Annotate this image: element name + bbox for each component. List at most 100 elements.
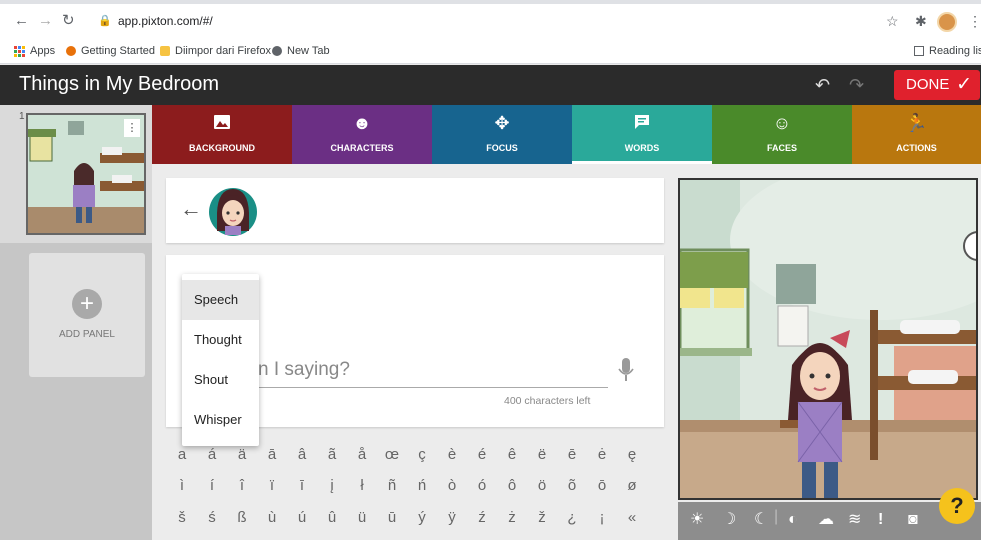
back-arrow-icon[interactable]: ← (180, 196, 202, 222)
special-char-key[interactable]: õ (562, 477, 582, 494)
input-underline (256, 387, 608, 388)
special-char-key[interactable]: ó (472, 477, 492, 494)
special-char-key[interactable]: û (322, 509, 342, 526)
special-char-key[interactable]: ÿ (442, 509, 462, 526)
special-char-key[interactable]: é (472, 446, 492, 463)
url-text: app.pixton.com/#/ (118, 14, 213, 28)
bookmark-apps[interactable]: Apps (14, 45, 55, 57)
menu-item-whisper[interactable]: Whisper (182, 400, 259, 440)
reading-list[interactable]: Reading list (914, 45, 981, 57)
panel-menu-icon[interactable]: ⋮ (124, 119, 140, 137)
special-char-key[interactable]: a (172, 446, 192, 463)
special-char-key[interactable]: ¡ (592, 509, 612, 526)
tab-background[interactable]: BACKGROUND (152, 105, 292, 164)
snow-cloud-icon[interactable]: ☁ (818, 511, 834, 529)
special-char-key[interactable]: ē (562, 446, 582, 463)
special-char-key[interactable]: ò (442, 477, 462, 494)
add-panel-button[interactable]: + ADD PANEL (29, 253, 145, 377)
speech-input[interactable]: n I saying? (258, 359, 350, 381)
special-char-key[interactable]: á (202, 446, 222, 463)
special-char-key[interactable]: ż (502, 509, 522, 526)
forward-arrow-icon[interactable]: → (38, 13, 53, 29)
bookmark-label: Apps (30, 45, 56, 57)
special-char-key[interactable]: ö (532, 477, 552, 494)
tab-characters[interactable]: ☻ CHARACTERS (292, 105, 432, 164)
crescent-moon-icon[interactable]: ☾ (754, 511, 768, 529)
extensions-icon[interactable]: ✱ (915, 13, 927, 30)
special-char-key[interactable]: î (232, 477, 252, 494)
panel-thumbnail[interactable]: ⋮ (26, 113, 146, 235)
help-button[interactable]: ? (939, 488, 975, 524)
bookmark-firefox-import[interactable]: Diimpor dari Firefox (160, 45, 271, 57)
special-char-key[interactable]: ú (292, 509, 312, 526)
special-char-key[interactable]: ù (262, 509, 282, 526)
redo-icon[interactable]: ↷ (849, 75, 864, 96)
tab-focus[interactable]: ✥ FOCUS (432, 105, 572, 164)
back-arrow-icon[interactable]: ← (14, 13, 29, 29)
tab-actions[interactable]: 🏃 ACTIONS (852, 105, 981, 164)
special-char-key[interactable]: ï (262, 477, 282, 494)
special-char-key[interactable]: ō (592, 477, 612, 494)
special-char-key[interactable]: ü (352, 509, 372, 526)
color-filter-icon[interactable]: ◐ (788, 511, 798, 529)
special-char-key[interactable]: ś (202, 509, 222, 526)
special-char-key[interactable]: ì (172, 477, 192, 494)
bookmark-getting-started[interactable]: Getting Started (66, 45, 155, 57)
special-char-key[interactable]: ã (322, 446, 342, 463)
moon-icon[interactable]: ☽ (722, 511, 736, 529)
special-char-key[interactable]: ô (502, 477, 522, 494)
special-char-key[interactable]: į (322, 477, 342, 494)
sun-icon[interactable]: ☀ (690, 511, 704, 529)
special-char-key[interactable]: ž (532, 509, 552, 526)
undo-icon[interactable]: ↶ (815, 75, 830, 96)
special-char-key[interactable]: å (352, 446, 372, 463)
tab-label: FOCUS (486, 143, 518, 153)
special-char-key[interactable]: ¿ (562, 509, 582, 526)
done-button[interactable]: DONE ✓ (894, 70, 980, 100)
special-char-key[interactable]: ł (352, 477, 372, 494)
star-icon[interactable]: ☆ (886, 13, 899, 30)
special-char-key[interactable]: ń (412, 477, 432, 494)
special-char-key[interactable]: è (442, 446, 462, 463)
special-char-key[interactable]: ā (262, 446, 282, 463)
special-char-key[interactable]: ý (412, 509, 432, 526)
menu-item-speech[interactable]: Speech (182, 280, 259, 320)
special-char-key[interactable]: í (202, 477, 222, 494)
exclamation-icon[interactable]: ! (878, 511, 883, 529)
special-char-key[interactable]: â (292, 446, 312, 463)
special-char-key[interactable]: ê (502, 446, 522, 463)
apps-grid-icon (14, 45, 25, 57)
reload-icon[interactable]: ↻ (62, 13, 75, 29)
wind-icon[interactable]: ≋ (848, 511, 861, 529)
comic-panel-preview[interactable] (678, 178, 978, 500)
special-char-key[interactable]: ñ (382, 477, 402, 494)
character-avatar[interactable] (208, 183, 258, 238)
menu-icon[interactable]: ⋮ (968, 13, 981, 30)
special-char-key[interactable]: ź (472, 509, 492, 526)
panel-sidebar: 1 ⋮ + ADD PANEL (0, 105, 152, 540)
tab-faces[interactable]: ☺ FACES (712, 105, 852, 164)
special-char-key[interactable]: ä (232, 446, 252, 463)
microphone-icon[interactable] (618, 357, 634, 383)
avatar[interactable] (937, 12, 957, 32)
add-panel-label: ADD PANEL (59, 329, 115, 340)
bookmark-new-tab[interactable]: New Tab (272, 45, 330, 57)
special-char-key[interactable]: ø (622, 477, 642, 494)
camera-icon[interactable]: ◙ (908, 511, 918, 529)
special-char-key[interactable]: ė (592, 446, 612, 463)
special-char-key[interactable]: « (622, 509, 642, 526)
special-char-key[interactable]: œ (382, 446, 402, 463)
special-char-key[interactable]: ī (292, 477, 312, 494)
folder-icon (160, 46, 170, 56)
image-icon (152, 113, 292, 135)
special-char-key[interactable]: ë (532, 446, 552, 463)
special-char-key[interactable]: ū (382, 509, 402, 526)
menu-item-thought[interactable]: Thought (182, 320, 259, 360)
tab-words[interactable]: WORDS (572, 105, 712, 164)
menu-item-shout[interactable]: Shout (182, 360, 259, 400)
special-char-key[interactable]: ç (412, 446, 432, 463)
special-char-key[interactable]: ę (622, 446, 642, 463)
lock-icon: 🔒 (98, 15, 112, 27)
special-char-key[interactable]: š (172, 509, 192, 526)
special-char-key[interactable]: ß (232, 509, 252, 526)
